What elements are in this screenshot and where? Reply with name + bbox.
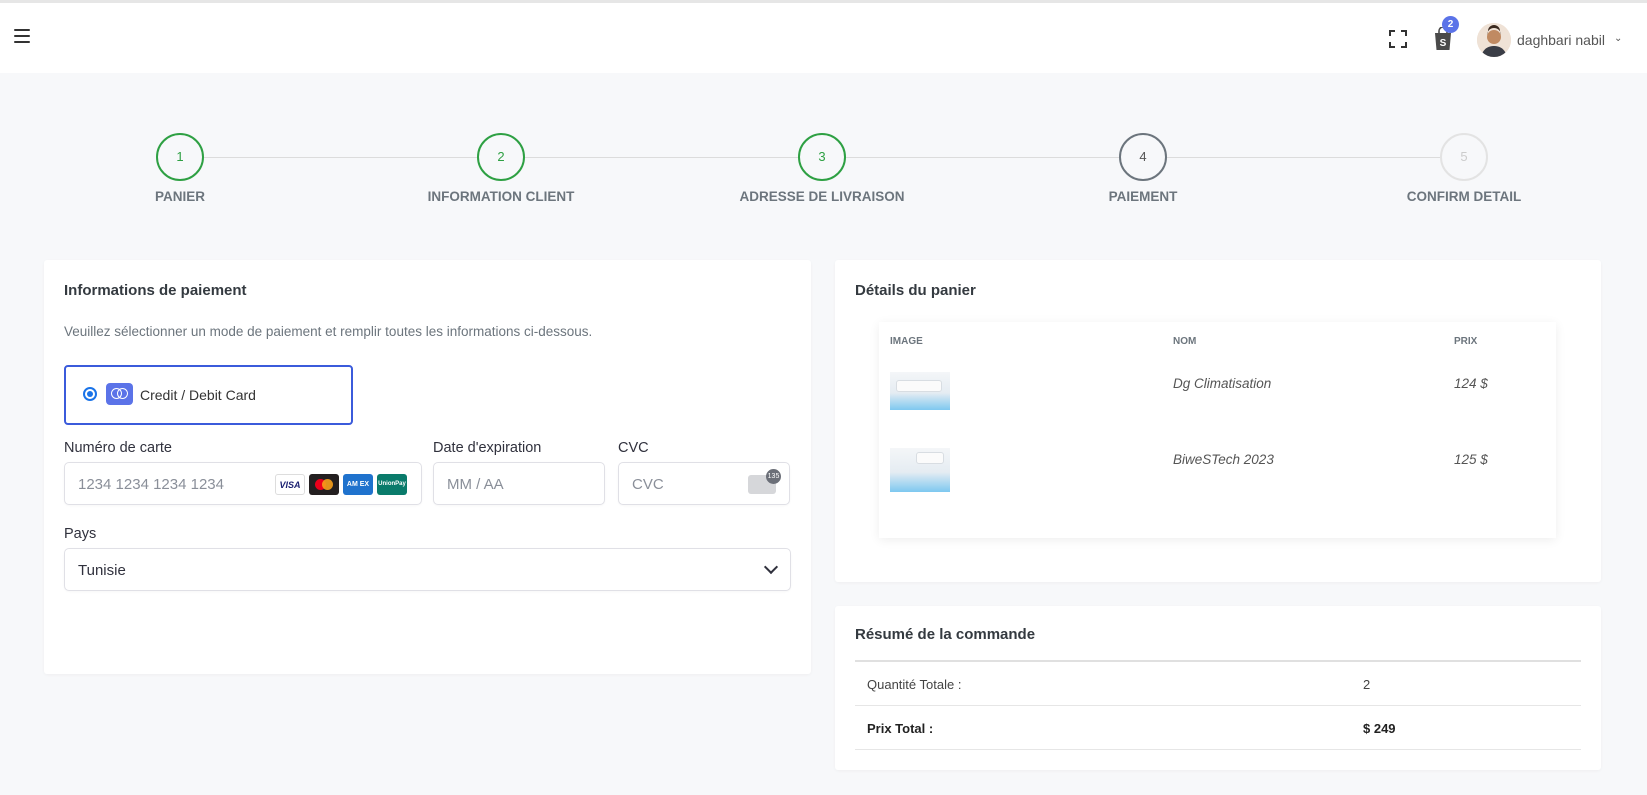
- summary-table: Quantité Totale : 2 Prix Total : $ 249: [855, 660, 1581, 750]
- payment-description: Veuillez sélectionner un mode de paiemen…: [64, 324, 593, 339]
- cvc-card-icon: 135: [748, 469, 781, 494]
- col-image: IMAGE: [890, 336, 923, 347]
- summary-row-total: Prix Total : $ 249: [855, 706, 1581, 750]
- cvc-placeholder: CVC: [632, 476, 664, 493]
- product-name: BiweSTech 2023: [1173, 452, 1274, 467]
- user-name[interactable]: daghbari nabil: [1517, 32, 1605, 48]
- cvc-input[interactable]: CVC 135: [618, 462, 790, 505]
- product-price: 125 $: [1454, 452, 1488, 467]
- step-label: PANIER: [154, 189, 205, 204]
- step-paiement[interactable]: 4 PAIEMENT: [1043, 133, 1243, 204]
- step-number: 3: [798, 133, 846, 181]
- col-name: NOM: [1173, 336, 1197, 347]
- product-image[interactable]: [890, 448, 950, 492]
- col-price: PRIX: [1454, 336, 1478, 347]
- chevron-down-icon[interactable]: ⌄: [1614, 33, 1622, 44]
- avatar[interactable]: [1477, 23, 1511, 57]
- cart-count-badge: 2: [1442, 16, 1459, 33]
- step-label: ADRESSE DE LIVRAISON: [739, 189, 905, 204]
- card-number-label: Numéro de carte: [64, 440, 172, 456]
- payment-method-radio[interactable]: [83, 387, 97, 401]
- cvc-icon-number: 135: [766, 469, 781, 484]
- credit-card-icon: [106, 383, 133, 405]
- cvc-label: CVC: [618, 440, 649, 456]
- payment-method-card-option[interactable]: Credit / Debit Card: [64, 365, 353, 425]
- expiry-input[interactable]: MM / AA: [433, 462, 605, 505]
- step-number: 1: [156, 133, 204, 181]
- payment-card: Informations de paiement Veuillez sélect…: [44, 260, 811, 674]
- chevron-down-icon: [763, 559, 779, 575]
- fullscreen-icon[interactable]: [1389, 30, 1407, 48]
- cart-table: IMAGE NOM PRIX Dg Climatisation 124 $ Bi…: [879, 322, 1556, 538]
- product-price: 124 $: [1454, 376, 1488, 391]
- step-adresse-livraison[interactable]: 3 ADRESSE DE LIVRAISON: [722, 133, 922, 204]
- country-label: Pays: [64, 526, 97, 542]
- payment-method-label: Credit / Debit Card: [140, 387, 256, 403]
- step-label: INFORMATION CLIENT: [427, 189, 575, 204]
- expiry-placeholder: MM / AA: [447, 476, 504, 493]
- total-value: $ 249: [1363, 721, 1396, 736]
- product-name: Dg Climatisation: [1173, 376, 1272, 391]
- quantity-label: Quantité Totale :: [867, 677, 962, 692]
- mastercard-icon: [309, 474, 339, 495]
- country-select[interactable]: Tunisie: [64, 548, 791, 591]
- order-summary-card: Résumé de la commande Quantité Totale : …: [835, 606, 1601, 770]
- card-number-placeholder: 1234 1234 1234 1234: [78, 476, 224, 493]
- card-form: Numéro de carte 1234 1234 1234 1234 VISA…: [64, 436, 794, 606]
- country-value: Tunisie: [78, 562, 126, 579]
- step-number: 5: [1440, 133, 1488, 181]
- step-label: CONFIRM DETAIL: [1406, 189, 1522, 204]
- step-number: 2: [477, 133, 525, 181]
- visa-icon: VISA: [275, 474, 305, 495]
- product-image[interactable]: [890, 372, 950, 410]
- svg-text:S: S: [1440, 38, 1447, 49]
- expiry-label: Date d'expiration: [433, 440, 542, 456]
- summary-title: Résumé de la commande: [855, 626, 1036, 643]
- top-bar: S 2 daghbari nabil ⌄: [0, 0, 1647, 73]
- step-confirm-detail[interactable]: 5 CONFIRM DETAIL: [1364, 133, 1564, 204]
- amex-icon: AM EX: [343, 474, 373, 495]
- step-number: 4: [1119, 133, 1167, 181]
- step-label: PAIEMENT: [1108, 189, 1178, 204]
- total-label: Prix Total :: [867, 721, 934, 736]
- menu-icon[interactable]: [14, 29, 30, 43]
- payment-title: Informations de paiement: [64, 282, 247, 299]
- summary-row-quantity: Quantité Totale : 2: [855, 662, 1581, 706]
- cart-title: Détails du panier: [855, 282, 976, 299]
- card-number-input[interactable]: 1234 1234 1234 1234 VISA AM EX UnionPay: [64, 462, 422, 505]
- unionpay-icon: UnionPay: [377, 474, 407, 495]
- quantity-value: 2: [1363, 677, 1371, 692]
- step-information-client[interactable]: 2 INFORMATION CLIENT: [401, 133, 601, 204]
- step-panier[interactable]: 1 PANIER: [80, 133, 280, 204]
- cart-details-card: Détails du panier IMAGE NOM PRIX Dg Clim…: [835, 260, 1601, 582]
